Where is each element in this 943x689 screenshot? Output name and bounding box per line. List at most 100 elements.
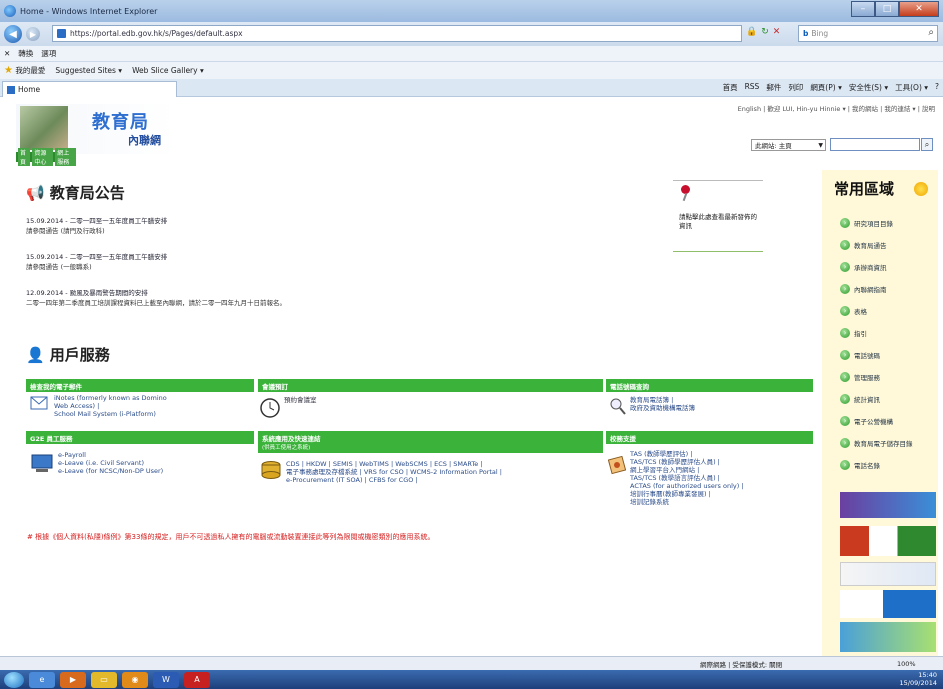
forward-icon[interactable]: ▶ [26, 27, 40, 41]
notice-text[interactable]: 請點擊此處查看最新發佈的資訊 [679, 213, 761, 231]
favorites-bar: ★ 我的最愛 Suggested Sites ▾ Web Slice Galle… [0, 62, 943, 79]
minimize-button[interactable]: – [851, 1, 875, 17]
title-bar: Home - Windows Internet Explorer – □ ✕ [0, 0, 943, 22]
arrow-icon: › [840, 416, 850, 426]
service-head-email: 檢查我的電子郵件 [26, 379, 254, 392]
url-actions: 🔒 ↻ ✕ [746, 27, 780, 37]
tab-home[interactable]: Home [2, 81, 177, 97]
quick-link-item[interactable]: › 內聯網指南 [840, 284, 887, 294]
folder-taskbar-icon[interactable]: ▭ [91, 671, 117, 688]
quick-link-item[interactable]: › 電子公營機構 [840, 416, 893, 426]
system-tray[interactable]: 15:40 15/09/2014 [900, 671, 937, 687]
web-slice-gallery-link[interactable]: Web Slice Gallery ▾ [132, 66, 204, 75]
promo-banner-2[interactable] [840, 526, 936, 556]
quick-link-item[interactable]: › 指引 [840, 328, 867, 338]
search-icon[interactable]: ⌕ [928, 27, 934, 38]
tool-safety-menu[interactable]: 安全性(S) ▾ [849, 82, 888, 93]
maximize-button[interactable]: □ [875, 1, 899, 17]
nav-home[interactable]: 首頁 [18, 148, 31, 166]
announce-item[interactable]: 15.09.2014 - 二零一四至一五年度員工午膳安排 請參閱通告 (請門及行… [26, 216, 167, 236]
arrow-icon: › [840, 306, 850, 316]
email-links[interactable]: iNotes (formerly known as Domino Web Acc… [54, 394, 167, 418]
cmd-convert[interactable]: 轉換 [18, 48, 33, 59]
tool-help[interactable]: ? [935, 82, 939, 93]
search-engine-label: Bing [811, 29, 829, 38]
quick-link-item[interactable]: › 表格 [840, 306, 867, 316]
announce-heading: 📢 教育局公告 [26, 183, 125, 203]
portal-page: English | 歡迎 LUI, Hin-yu Hinnie ▾ | 我的網站… [0, 98, 943, 656]
nav-resource[interactable]: 資源中心 [32, 148, 54, 166]
promo-banner-4[interactable] [840, 590, 936, 618]
status-bar: 網際網路 | 受保護模式: 關閉 100% [0, 656, 943, 670]
quick-links-panel: 常用區域 › 研究項目目錄 › 教育局通告 › 承辦商資訊 › 內聯網指南 › 表格 › 指… [822, 170, 938, 656]
cmd-options[interactable]: 選項 [41, 48, 56, 59]
portal-banner: 教育局 內聯網 [16, 104, 176, 154]
clock-icon [260, 398, 280, 418]
refresh-icon[interactable]: ↻ [761, 27, 769, 37]
quick-link-item[interactable]: › 研究項目目錄 [840, 218, 893, 228]
zoom-level[interactable]: 100% [897, 660, 916, 668]
app-taskbar-icon[interactable]: ◉ [122, 671, 148, 688]
quick-link-item[interactable]: › 統計資訊 [840, 394, 880, 404]
tool-page-menu[interactable]: 網頁(P) ▾ [810, 82, 842, 93]
g2e-links[interactable]: e-Payroll e-Leave (i.e. Civil Servant) e… [58, 451, 163, 475]
service-head-booking: 會議預訂 [258, 379, 603, 392]
favorites-button[interactable]: ★ 我的最愛 [4, 65, 45, 76]
promo-banner-5[interactable] [840, 622, 936, 652]
search-box[interactable]: b Bing ⌕ [798, 25, 938, 42]
arrow-icon: › [840, 438, 850, 448]
promo-banner-1[interactable] [840, 492, 936, 518]
school-links[interactable]: TAS (教師學歷評估) | TAS/TCS (教師學歷評估人員) | 網上學習… [630, 450, 744, 506]
phone-links[interactable]: 教育局電話簿 | 政府及資助機構電話簿 [630, 396, 695, 412]
stop-icon[interactable]: ✕ [773, 27, 781, 37]
mail-icon [30, 396, 48, 410]
promo-banner-3[interactable] [840, 562, 936, 586]
close-tab-icon[interactable]: ✕ [4, 49, 10, 58]
close-button[interactable]: ✕ [899, 1, 939, 17]
media-taskbar-icon[interactable]: ▶ [60, 671, 86, 688]
quick-links-heading: 常用區域 [834, 180, 895, 198]
quick-link-item[interactable]: › 承辦商資訊 [840, 262, 887, 272]
tool-tools-menu[interactable]: 工具(O) ▾ [895, 82, 928, 93]
search-scope-select[interactable]: 此網站: 主頁 ▼ [751, 139, 826, 151]
page-icon [57, 29, 66, 38]
clock-date: 15/09/2014 [899, 679, 937, 687]
systems-links[interactable]: CDS | HKDW | SEMIS | WebTIMS | WebSCMS |… [286, 460, 502, 484]
logo-subtitle: 內聯網 [128, 134, 161, 147]
taskbar: e ▶ ▭ ◉ W A 15:40 15/09/2014 [0, 670, 943, 689]
clock-time: 15:40 [918, 671, 937, 679]
ie-taskbar-icon[interactable]: e [29, 671, 55, 688]
back-icon[interactable]: ◀ [4, 25, 22, 43]
arrow-icon: › [840, 394, 850, 404]
legal-note: # 根據《個人資料(私隱)條例》第33條的規定，用戶不可透過私人擁有的電腦或流動… [27, 533, 435, 541]
announce-item[interactable]: 15.09.2014 - 二零一四至一五年度員工午膳安排 請參閱通告 (一般職系… [26, 252, 167, 272]
service-head-systems: 系統應用及快速連結 (供員工使用之系統) [258, 431, 603, 453]
chevron-down-icon: ▼ [818, 141, 823, 149]
word-taskbar-icon[interactable]: W [153, 671, 179, 688]
top-links[interactable]: English | 歡迎 LUI, Hin-yu Hinnie ▾ | 我的網站… [738, 103, 935, 113]
tool-mail[interactable]: 郵件 [766, 82, 781, 93]
portal-search-input[interactable] [830, 138, 920, 151]
quick-link-item[interactable]: › 電話名錄 [840, 460, 880, 470]
pin-icon [681, 185, 690, 194]
quick-link-item[interactable]: › 管理服務 [840, 372, 880, 382]
tool-home[interactable]: 首頁 [723, 82, 738, 93]
search-go-icon[interactable]: ⌕ [921, 138, 933, 151]
lock-icon[interactable]: 🔒 [746, 27, 757, 37]
pdf-taskbar-icon[interactable]: A [184, 671, 210, 688]
quick-link-item[interactable]: › 教育局電子儲存目錄 [840, 438, 913, 448]
suggested-sites-link[interactable]: Suggested Sites ▾ [55, 66, 122, 75]
url-input[interactable]: https://portal.edb.gov.hk/s/Pages/defaul… [52, 25, 742, 42]
arrow-icon: › [840, 372, 850, 382]
quick-link-item[interactable]: › 電話號碼 [840, 350, 880, 360]
tool-rss[interactable]: RSS [745, 82, 760, 93]
nav-online[interactable]: 網上服務 [55, 148, 76, 166]
arrow-icon: › [840, 218, 850, 228]
booking-link[interactable]: 預約會議室 [284, 396, 317, 404]
start-icon[interactable] [4, 671, 24, 688]
logo-title: 教育局 [92, 112, 149, 133]
tool-print[interactable]: 列印 [788, 82, 803, 93]
announce-item[interactable]: 12.09.2014 - 颱風及暴雨警告期間的安排 二零一四年第二季度員工培訓課… [26, 288, 286, 308]
quick-link-item[interactable]: › 教育局通告 [840, 240, 887, 250]
security-zone[interactable]: 網際網路 | 受保護模式: 關閉 [700, 659, 782, 669]
